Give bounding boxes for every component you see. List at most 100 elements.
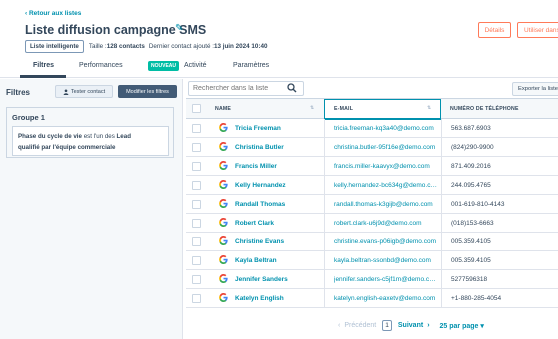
rule-value-a: Lead bbox=[116, 133, 131, 140]
next-page-button[interactable]: Suivant › bbox=[398, 322, 430, 329]
table-row[interactable]: Randall Thomas randall.thomas-k3gijb@demo… bbox=[186, 195, 558, 214]
chevron-left-icon: ‹ bbox=[338, 322, 341, 329]
contact-email[interactable]: robert.clark-u6j9d@demo.com bbox=[334, 220, 437, 227]
group-title: Groupe 1 bbox=[12, 113, 45, 122]
size-value: 128 contacts bbox=[106, 43, 145, 50]
contact-email[interactable]: katelyn.english-eaxetv@demo.com bbox=[334, 295, 437, 302]
contact-phone: 244.095.4765 bbox=[451, 181, 491, 189]
contact-email[interactable]: francis.miller-kaavyx@demo.com bbox=[334, 163, 437, 170]
search-icon[interactable] bbox=[287, 83, 297, 93]
row-checkbox[interactable] bbox=[192, 218, 201, 228]
google-icon bbox=[219, 179, 228, 191]
contact-phone: 563.687.6903 bbox=[451, 125, 491, 132]
contact-email[interactable]: randall.thomas-k3gijb@demo.com bbox=[334, 201, 437, 208]
row-checkbox[interactable] bbox=[192, 256, 201, 266]
test-contact-button[interactable]: Tester contact bbox=[55, 85, 113, 98]
contact-name[interactable]: Robert Clark bbox=[235, 220, 274, 227]
tab-bar: Filtres Performances NOUVEAU Activité Pa… bbox=[0, 56, 558, 78]
table-row[interactable]: Christine Evans christine.evans-p06igb@de… bbox=[186, 232, 558, 252]
contact-email[interactable]: tricia.freeman-kq3a40@demo.com bbox=[334, 125, 437, 132]
size-label: Taille : bbox=[88, 43, 107, 50]
column-email[interactable]: E-MAIL bbox=[334, 106, 353, 112]
contact-phone: 001-619-810-4143 bbox=[451, 200, 505, 208]
google-icon bbox=[219, 123, 228, 134]
tab-performances[interactable]: Performances bbox=[79, 62, 123, 69]
row-checkbox[interactable] bbox=[192, 275, 201, 285]
sort-icon[interactable]: ⇅ bbox=[310, 105, 314, 111]
tab-activity[interactable]: Activité bbox=[184, 62, 207, 69]
row-checkbox[interactable] bbox=[192, 161, 201, 171]
contact-email[interactable]: christine.evans-p06igb@demo.com bbox=[334, 238, 437, 245]
table-row[interactable]: Kelly Hernandez kelly.hernandez-bc634g@de… bbox=[186, 176, 558, 195]
tab-settings[interactable]: Paramètres bbox=[233, 62, 269, 69]
person-icon bbox=[63, 88, 69, 95]
row-checkbox[interactable] bbox=[192, 180, 201, 190]
tab-filters[interactable]: Filtres bbox=[33, 62, 54, 69]
filters-panel: Filtres Tester contact Modifier les filt… bbox=[0, 79, 183, 339]
table-row[interactable]: Katelyn English katelyn.english-eaxetv@de… bbox=[186, 289, 558, 309]
filter-group: Groupe 1 Phase du cycle de vie est l'un … bbox=[6, 107, 174, 158]
table-row[interactable]: Kayla Beltran kayla.beltran-ssonbd@demo.c… bbox=[186, 251, 558, 271]
chevron-right-icon: › bbox=[427, 322, 430, 329]
table-header: NAME ⇅ E-MAIL ⇅ NUMÉRO DE TÉLÉPHONE bbox=[186, 98, 558, 120]
contact-name[interactable]: Christine Evans bbox=[235, 238, 284, 245]
contact-email[interactable]: kayla.beltran-ssonbd@demo.com bbox=[334, 257, 437, 264]
table-row[interactable]: Robert Clark robert.clark-u6j9d@demo.com (… bbox=[186, 214, 558, 233]
contact-phone: (824)290-9900 bbox=[451, 143, 494, 151]
prev-label: Précédent bbox=[344, 322, 377, 329]
contact-phone: 005.359.4105 bbox=[451, 257, 491, 265]
contact-name[interactable]: Francis Miller bbox=[235, 163, 277, 170]
contact-phone: 5277596318 bbox=[451, 276, 488, 284]
contact-name[interactable]: Christina Butler bbox=[235, 144, 284, 151]
contact-email[interactable]: kelly.hernandez-bc634g@demo.com bbox=[334, 182, 437, 189]
rule-property: Phase du cycle de vie bbox=[18, 133, 82, 140]
contact-name[interactable]: Randall Thomas bbox=[235, 201, 285, 208]
table-row[interactable]: Francis Miller francis.miller-kaavyx@demo… bbox=[186, 157, 558, 176]
rule-operator: est l'un des bbox=[81, 133, 117, 140]
list-type-badge: Liste intelligente bbox=[25, 40, 84, 53]
contacts-table: NAME ⇅ E-MAIL ⇅ NUMÉRO DE TÉLÉPHONE Tric… bbox=[186, 98, 558, 309]
table-row[interactable]: Jennifer Sanders jennifer.sanders-c5jf1m@… bbox=[186, 270, 558, 290]
contact-name[interactable]: Jennifer Sanders bbox=[235, 276, 288, 283]
google-icon bbox=[219, 198, 228, 210]
details-button[interactable]: Détails bbox=[478, 22, 511, 38]
contact-email[interactable]: jennifer.sanders-c5jf1m@demo.com bbox=[334, 276, 437, 283]
last-added-label: Dernier contact ajouté : bbox=[148, 43, 214, 50]
active-tab-indicator bbox=[20, 75, 66, 78]
contact-name[interactable]: Tricia Freeman bbox=[235, 125, 281, 132]
google-icon bbox=[219, 274, 228, 285]
prev-page-button[interactable]: ‹ Précédent bbox=[338, 322, 376, 329]
column-name[interactable]: NAME bbox=[215, 106, 231, 112]
contact-phone: 871.409.2016 bbox=[451, 162, 491, 170]
row-checkbox[interactable] bbox=[192, 142, 201, 152]
contact-name[interactable]: Katelyn English bbox=[235, 295, 284, 302]
contact-name[interactable]: Kayla Beltran bbox=[235, 257, 277, 264]
export-list-button[interactable]: Exporter la liste bbox=[512, 82, 558, 96]
use-in-button[interactable]: Utiliser dans bbox=[517, 22, 558, 38]
row-checkbox[interactable] bbox=[192, 237, 201, 247]
pencil-icon[interactable]: ✎ bbox=[175, 23, 183, 34]
row-checkbox[interactable] bbox=[192, 294, 201, 304]
row-checkbox[interactable] bbox=[192, 199, 201, 209]
contact-phone: 005.359.4105 bbox=[451, 238, 491, 246]
table-row[interactable]: Tricia Freeman tricia.freeman-kq3a40@demo… bbox=[186, 119, 558, 138]
sort-icon[interactable]: ⇅ bbox=[427, 105, 431, 111]
test-contact-label: Tester contact bbox=[70, 88, 106, 95]
contact-email[interactable]: christina.butler-95f16e@demo.com bbox=[334, 144, 437, 151]
google-icon bbox=[219, 236, 228, 247]
current-page[interactable]: 1 bbox=[382, 320, 392, 331]
next-label: Suivant bbox=[397, 322, 424, 329]
contact-name[interactable]: Kelly Hernandez bbox=[235, 182, 286, 189]
back-to-lists-link[interactable]: ‹ Retour aux listes bbox=[25, 10, 81, 17]
contact-phone: +1-880-285-4054 bbox=[451, 295, 502, 303]
select-all-checkbox[interactable] bbox=[192, 104, 201, 113]
table-row[interactable]: Christina Butler christina.butler-95f16e@… bbox=[186, 138, 558, 157]
column-phone[interactable]: NUMÉRO DE TÉLÉPHONE bbox=[450, 106, 519, 112]
modify-filters-button[interactable]: Modifier les filtres bbox=[118, 85, 177, 98]
filter-rule[interactable]: Phase du cycle de vie est l'un des Lead … bbox=[12, 126, 169, 156]
per-page-select[interactable]: 25 par page ▾ bbox=[440, 322, 484, 330]
row-checkbox[interactable] bbox=[192, 124, 201, 133]
back-label: Retour aux listes bbox=[28, 10, 82, 17]
google-icon bbox=[219, 293, 228, 304]
per-page-label: 25 par page bbox=[439, 322, 479, 330]
